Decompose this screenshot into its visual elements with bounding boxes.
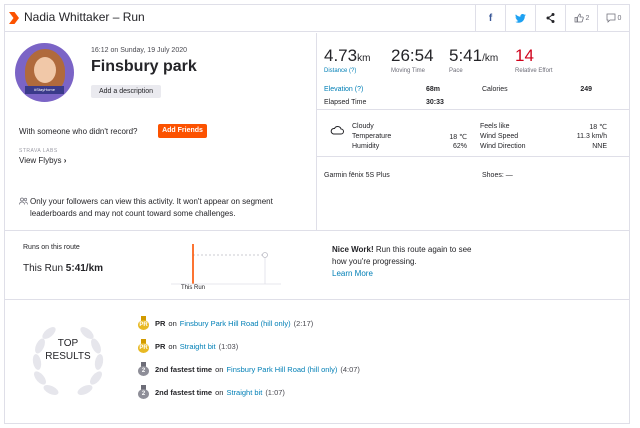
nice-work-heading: Nice Work! bbox=[332, 245, 374, 254]
elevation-value: 68m bbox=[426, 86, 441, 93]
feels-like-value: 18 ℃ bbox=[589, 124, 607, 131]
learn-more-link[interactable]: Learn More bbox=[332, 269, 373, 278]
activity-header: Nadia Whittaker – Run f 2 0 bbox=[5, 5, 629, 32]
activity-title: Nadia Whittaker – Run bbox=[24, 10, 145, 24]
device-name: Garmin fēnix 5S Plus bbox=[324, 172, 390, 179]
stat-moving-time: 26:54 Moving Time bbox=[391, 46, 434, 74]
stat-relative-effort[interactable]: 14 Relative Effort bbox=[515, 46, 553, 74]
comments-count: 0 bbox=[617, 14, 622, 22]
section-divider bbox=[5, 299, 629, 300]
wind-speed-label: Wind Speed bbox=[480, 133, 519, 140]
segment-link[interactable]: Straight bit bbox=[226, 388, 262, 397]
calories-value: 249 bbox=[580, 86, 592, 93]
strava-chevron-icon bbox=[9, 12, 19, 24]
kudos-button[interactable]: 2 bbox=[565, 5, 597, 31]
temperature-value: 18 ℃ bbox=[449, 134, 467, 141]
elapsed-time-value: 30:33 bbox=[426, 99, 444, 106]
route-point[interactable] bbox=[262, 252, 268, 258]
comment-icon bbox=[606, 13, 615, 23]
segment-link[interactable]: Finsbury Park Hill Road (hill only) bbox=[180, 319, 291, 328]
avatar-tag: #StayHome bbox=[25, 86, 64, 94]
top-results-title: TOP RESULTS bbox=[45, 338, 91, 362]
wind-speed-value: 11.3 km/h bbox=[576, 133, 607, 140]
moving-time-value: 26:54 bbox=[391, 46, 434, 65]
humidity-label: Humidity bbox=[352, 143, 380, 150]
this-run-pace: 5:41/km bbox=[65, 263, 104, 274]
section-divider bbox=[5, 230, 629, 231]
elapsed-time-label: Elapsed Time bbox=[324, 99, 367, 106]
privacy-note: Only your followers can view this activi… bbox=[30, 197, 273, 218]
route-chart-svg bbox=[171, 244, 281, 285]
achievement-item: PR PR on Straight bit (1:03) bbox=[138, 339, 238, 353]
cloud-icon bbox=[330, 126, 344, 135]
route-comparison-chart: This Run bbox=[171, 242, 281, 294]
wind-direction-label: Wind Direction bbox=[480, 143, 526, 150]
kudos-count: 2 bbox=[585, 14, 590, 22]
activity-datetime: 16:12 on Sunday, 19 July 2020 bbox=[91, 47, 188, 54]
silver-medal-icon: 2 bbox=[138, 362, 149, 376]
calories-label: Calories bbox=[482, 86, 508, 93]
chevron-right-icon: › bbox=[63, 156, 67, 165]
facebook-icon[interactable]: f bbox=[475, 5, 505, 31]
with-someone-text: With someone who didn't record? bbox=[19, 127, 138, 136]
nice-work-message: Nice Work! Run this route again to see h… bbox=[332, 244, 472, 280]
achievement-item: 2 2nd fastest time on Straight bit (1:07) bbox=[138, 385, 285, 399]
segment-link[interactable]: Finsbury Park Hill Road (hill only) bbox=[226, 365, 337, 374]
strava-labs-label: STRAVA LABS bbox=[19, 148, 58, 154]
add-friends-button[interactable]: Add Friends bbox=[158, 124, 207, 138]
relative-effort-value: 14 bbox=[515, 46, 534, 65]
twitter-icon[interactable] bbox=[505, 5, 535, 31]
distance-value: 4.73 bbox=[324, 46, 358, 65]
silver-medal-icon: 2 bbox=[138, 385, 149, 399]
avatar[interactable]: #StayHome bbox=[15, 43, 74, 102]
this-run-prefix: This Run bbox=[23, 263, 64, 274]
view-flybys-label: View Flybys bbox=[19, 156, 62, 165]
add-description-button[interactable]: Add a description bbox=[91, 85, 161, 98]
share-icon[interactable] bbox=[535, 5, 565, 31]
wind-direction-value: NNE bbox=[592, 143, 607, 150]
gold-medal-icon: PR bbox=[138, 316, 149, 330]
weather-condition: Cloudy bbox=[352, 123, 374, 130]
stat-distance: 4.73km Distance (?) bbox=[324, 46, 370, 74]
pace-label: Pace bbox=[449, 68, 463, 74]
gold-medal-icon: PR bbox=[138, 339, 149, 353]
header-actions: f 2 0 bbox=[475, 5, 629, 31]
achievement-item: PR PR on Finsbury Park Hill Road (hill onl… bbox=[138, 316, 313, 330]
distance-label[interactable]: Distance (?) bbox=[324, 68, 370, 74]
route-label: Runs on this route bbox=[23, 244, 80, 251]
pace-unit: /km bbox=[482, 53, 499, 64]
pace-value: 5:41 bbox=[449, 46, 483, 65]
weather-divider bbox=[317, 156, 629, 157]
view-flybys-link[interactable]: View Flybys › bbox=[19, 156, 66, 165]
feels-like-label: Feels like bbox=[480, 123, 510, 130]
this-run-summary: This Run 5:41/km bbox=[23, 263, 103, 274]
elevation-label[interactable]: Elevation (?) bbox=[324, 86, 363, 93]
segment-link[interactable]: Straight bit bbox=[180, 342, 216, 351]
stats-divider bbox=[317, 109, 629, 110]
temperature-label: Temperature bbox=[352, 133, 392, 140]
comment-button[interactable]: 0 bbox=[597, 5, 629, 31]
shoes-label[interactable]: Shoes: — bbox=[482, 172, 513, 179]
top-results-badge: TOP RESULTS bbox=[23, 314, 113, 404]
distance-unit: km bbox=[357, 53, 371, 64]
activity-name[interactable]: Finsbury park bbox=[91, 58, 197, 76]
relative-effort-label: Relative Effort bbox=[515, 68, 553, 74]
route-chart-caption: This Run bbox=[181, 285, 206, 291]
kudos-icon bbox=[574, 13, 584, 23]
achievement-item: 2 2nd fastest time on Finsbury Park Hill R… bbox=[138, 362, 360, 376]
followers-icon bbox=[19, 197, 28, 207]
activity-page: Nadia Whittaker – Run f 2 0 #StayHome 16… bbox=[4, 4, 630, 424]
moving-time-label: Moving Time bbox=[391, 68, 426, 74]
humidity-value: 62% bbox=[452, 143, 467, 150]
column-divider bbox=[316, 33, 317, 230]
stat-pace: 5:41/km Pace bbox=[449, 46, 498, 74]
